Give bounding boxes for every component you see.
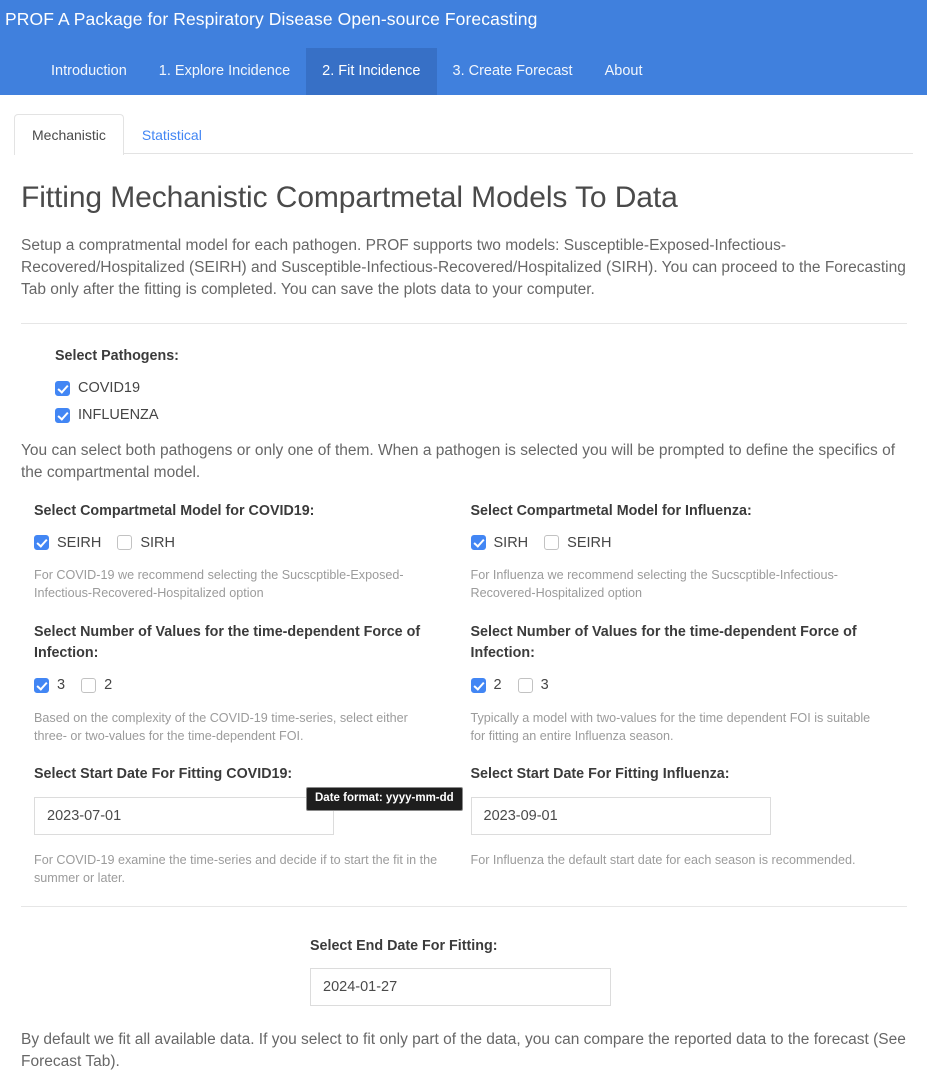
influenza-foi-checkbox-group: 2 3	[470, 676, 886, 693]
checkbox-icon-checked[interactable]	[34, 535, 49, 551]
checkbox-icon-checked[interactable]	[34, 677, 49, 693]
nav-item-explore-incidence[interactable]: 1. Explore Incidence	[143, 48, 306, 95]
nav-item-create-forecast[interactable]: 3. Create Forecast	[437, 48, 589, 95]
influenza-start-date-input[interactable]: 2023-09-01	[470, 797, 771, 836]
covid-model-label: Select Compartmetal Model for COVID19:	[34, 502, 315, 519]
checkbox-label: INFLUENZA	[78, 406, 159, 423]
checkbox-icon-checked[interactable]	[470, 677, 486, 693]
checkbox-influenza-model-seirh[interactable]: SEIRH	[544, 534, 612, 551]
divider-bottom	[21, 905, 907, 907]
top-navbar: PROF A Package for Respiratory Disease O…	[0, 0, 927, 95]
covid19-settings-column: Select Compartmetal Model for COVID19: S…	[34, 501, 471, 888]
checkbox-label: SEIRH	[567, 534, 612, 551]
date-format-tooltip: Date format: yyyy-mm-dd	[306, 787, 463, 811]
covid-model-checkbox-group: SEIRH SIRH	[34, 534, 449, 551]
checkbox-pathogen-influenza[interactable]: INFLUENZA	[55, 406, 907, 423]
pathogen-settings-columns: Select Compartmetal Model for COVID19: S…	[21, 501, 907, 888]
influenza-foi-label: Select Number of Values for the time-dep…	[470, 624, 857, 661]
checkbox-influenza-foi-2[interactable]: 2	[470, 676, 502, 693]
nav-item-about[interactable]: About	[589, 48, 659, 95]
influenza-foi-help: Typically a model with two-values for th…	[470, 710, 871, 743]
checkbox-icon-checked[interactable]	[55, 407, 70, 423]
checkbox-icon-unchecked[interactable]	[544, 535, 560, 551]
checkbox-influenza-model-sirh[interactable]: SIRH	[470, 534, 529, 551]
checkbox-influenza-foi-3[interactable]: 3	[517, 676, 549, 693]
covid-start-date-input[interactable]: 2023-07-01	[34, 797, 334, 836]
select-pathogens-section: Select Pathogens: COVID19 INFLUENZA	[21, 324, 907, 423]
checkbox-label: COVID19	[78, 379, 141, 396]
tab-mechanistic[interactable]: Mechanistic	[14, 113, 124, 155]
covid-start-date-label: Select Start Date For Fitting COVID19:	[34, 766, 293, 783]
model-type-tabstrip: Mechanistic Statistical	[14, 108, 913, 155]
footnote-text: By default we fit all available data. If…	[21, 1030, 906, 1070]
checkbox-icon-checked[interactable]	[55, 380, 70, 396]
checkbox-label: 3	[57, 676, 66, 693]
covid-model-help: For COVID-19 we recommend selecting the …	[34, 568, 404, 601]
checkbox-label: 3	[540, 676, 549, 693]
select-pathogens-label: Select Pathogens:	[55, 348, 179, 364]
covid-start-date-help: For COVID-19 examine the time-series and…	[34, 853, 438, 885]
covid-foi-help: Based on the complexity of the COVID-19 …	[34, 710, 408, 743]
covid-foi-label: Select Number of Values for the time-dep…	[34, 624, 421, 661]
influenza-model-help: For Influenza we recommend selecting the…	[470, 568, 839, 601]
checkbox-pathogen-covid19[interactable]: COVID19	[55, 379, 907, 396]
checkbox-icon-checked[interactable]	[470, 535, 486, 551]
influenza-start-date-help: For Influenza the default start date for…	[470, 853, 856, 868]
checkbox-covid-model-seirh[interactable]: SEIRH	[34, 534, 102, 551]
nav-item-fit-incidence[interactable]: 2. Fit Incidence	[306, 48, 437, 95]
page-intro-text: Setup a compratmental model for each pat…	[21, 237, 906, 298]
tab-statistical[interactable]: Statistical	[124, 114, 220, 155]
navbar-menu: Introduction 1. Explore Incidence 2. Fit…	[35, 48, 658, 95]
pathogen-checkbox-group: COVID19 INFLUENZA	[55, 379, 907, 423]
app-brand-title: PROF A Package for Respiratory Disease O…	[5, 9, 538, 29]
influenza-model-checkbox-group: SIRH SEIRH	[470, 534, 886, 551]
checkbox-label: SEIRH	[57, 534, 102, 551]
main-content: Fitting Mechanistic Compartmetal Models …	[0, 180, 927, 888]
pathogen-explain-text: You can select both pathogens or only on…	[21, 441, 896, 481]
end-date-section: Select End Date For Fitting: 2024-01-27	[0, 936, 927, 1006]
nav-item-introduction[interactable]: Introduction	[35, 48, 143, 95]
checkbox-covid-model-sirh[interactable]: SIRH	[117, 534, 175, 551]
checkbox-label: 2	[493, 676, 502, 693]
checkbox-label: SIRH	[140, 534, 175, 551]
covid-foi-checkbox-group: 3 2	[34, 676, 449, 693]
checkbox-icon-unchecked[interactable]	[117, 535, 133, 551]
checkbox-label: SIRH	[493, 534, 529, 551]
influenza-settings-column: Select Compartmetal Model for Influenza:…	[470, 501, 908, 888]
checkbox-covid-foi-2[interactable]: 2	[81, 676, 113, 693]
influenza-start-date-label: Select Start Date For Fitting Influenza:	[470, 766, 730, 783]
checkbox-icon-unchecked[interactable]	[81, 677, 97, 693]
end-date-label: Select End Date For Fitting:	[310, 937, 498, 954]
page-title: Fitting Mechanistic Compartmetal Models …	[21, 181, 678, 214]
checkbox-icon-unchecked[interactable]	[517, 677, 533, 693]
end-date-input[interactable]: 2024-01-27	[310, 967, 611, 1006]
checkbox-label: 2	[104, 676, 113, 693]
model-type-tabs: Mechanistic Statistical	[14, 108, 913, 155]
checkbox-covid-foi-3[interactable]: 3	[34, 676, 66, 693]
influenza-model-label: Select Compartmetal Model for Influenza:	[470, 502, 752, 519]
